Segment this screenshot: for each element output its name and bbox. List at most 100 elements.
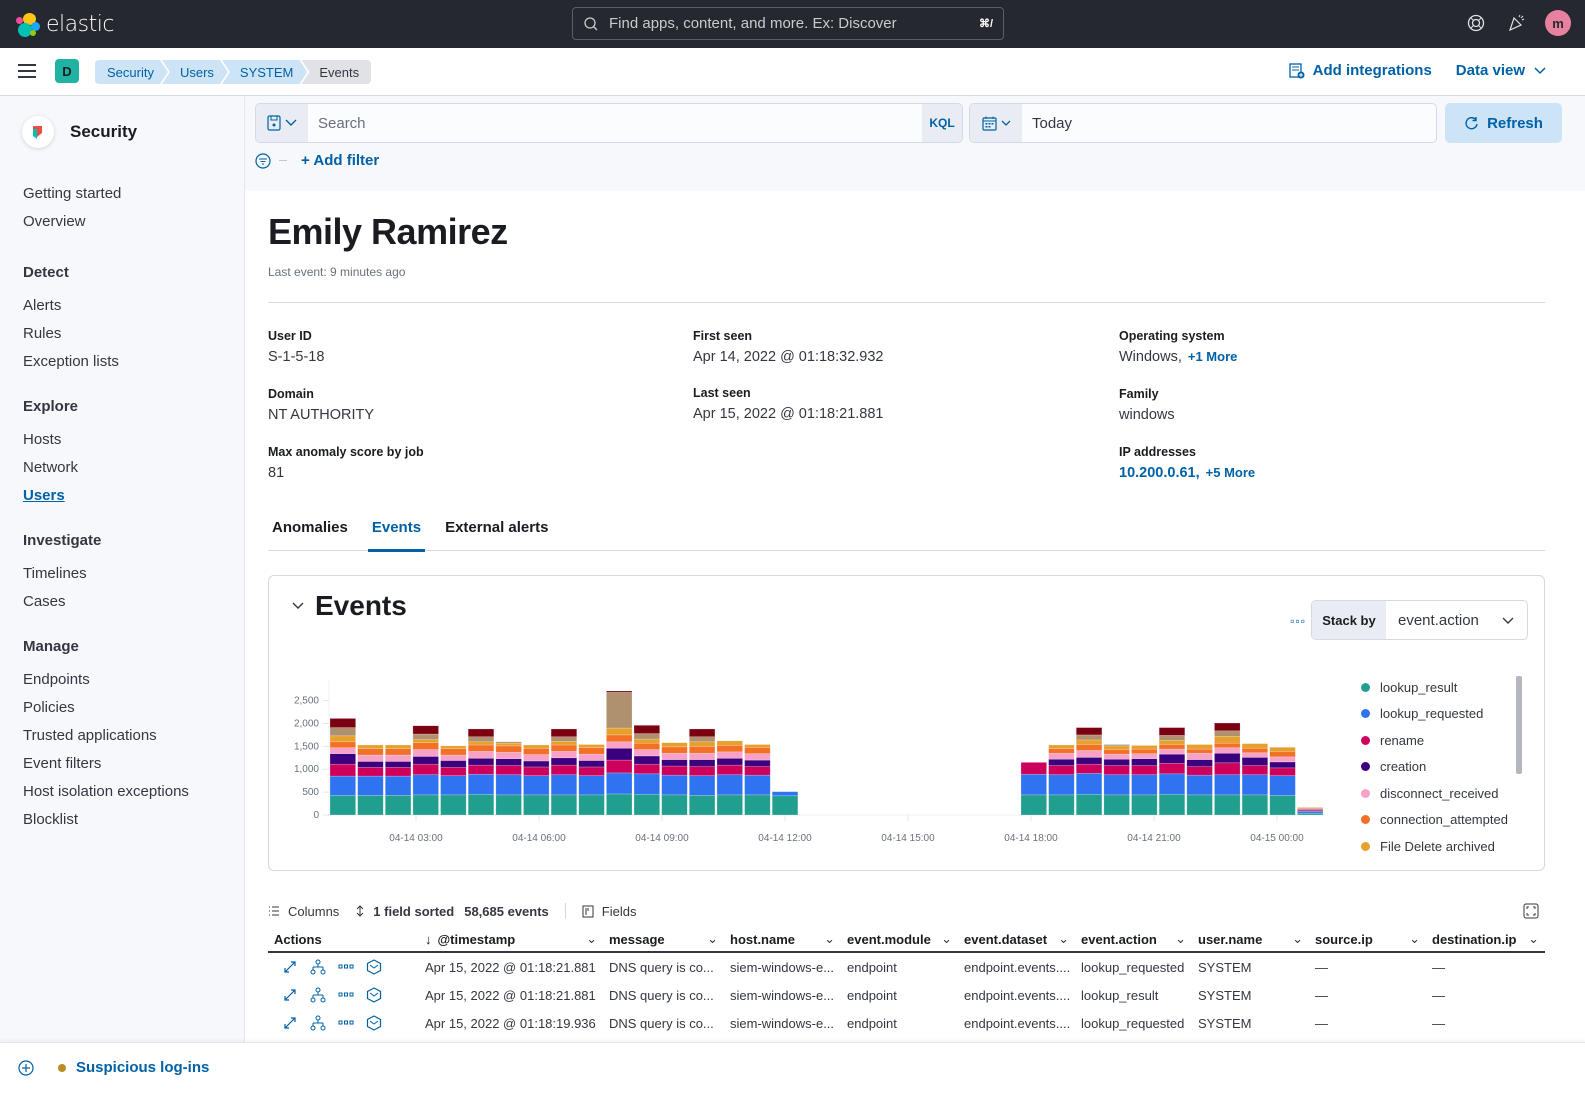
- legend-item[interactable]: lookup_requested: [1361, 701, 1541, 728]
- add-filter-button[interactable]: + Add filter: [301, 152, 379, 169]
- analyze-event-icon[interactable]: [310, 987, 326, 1003]
- more-actions-icon[interactable]: [338, 987, 354, 1003]
- bar-segment-connection_attempted: [1186, 748, 1213, 754]
- sidebar-item-alerts[interactable]: Alerts: [23, 292, 233, 320]
- analyze-event-icon[interactable]: [310, 959, 326, 975]
- sidebar-item-blocklist[interactable]: Blocklist: [23, 806, 233, 834]
- chevron-down-icon[interactable]: ⌄: [1528, 931, 1539, 947]
- sidebar-item-cases[interactable]: Cases: [23, 588, 233, 616]
- chevron-down-icon[interactable]: ⌄: [707, 931, 718, 947]
- expand-event-icon[interactable]: [282, 987, 298, 1003]
- query-language-button[interactable]: KQL: [922, 104, 962, 142]
- bar-segment-rename: [1214, 762, 1241, 776]
- os-more-link[interactable]: +1 More: [1188, 349, 1238, 364]
- legend-item[interactable]: creation: [1361, 754, 1541, 781]
- analyze-event-icon[interactable]: [310, 1015, 326, 1031]
- breadcrumb-security[interactable]: Security: [95, 60, 168, 84]
- legend-item[interactable]: disconnect_received: [1361, 780, 1541, 807]
- news-feed-icon[interactable]: [1505, 12, 1527, 34]
- date-range-display[interactable]: Today: [1022, 115, 1072, 132]
- more-actions-icon[interactable]: [338, 959, 354, 975]
- column-header-user-name[interactable]: user.name ⌄: [1192, 926, 1309, 952]
- column-header-timestamp[interactable]: ↓ @timestamp ⌄: [419, 926, 603, 952]
- refresh-button[interactable]: Refresh: [1445, 103, 1562, 143]
- session-view-icon[interactable]: [366, 1015, 382, 1031]
- chevron-down-icon[interactable]: ⌄: [824, 931, 835, 947]
- bar-segment-creation: [440, 760, 467, 768]
- help-icon[interactable]: [1465, 12, 1487, 34]
- sort-button[interactable]: 1 field sorted: [355, 904, 454, 919]
- column-header-message[interactable]: message ⌄: [603, 926, 724, 952]
- add-timeline-icon[interactable]: [18, 1059, 34, 1076]
- filter-options-icon[interactable]: [255, 152, 271, 169]
- sidebar-item-network[interactable]: Network: [23, 454, 233, 482]
- bar-segment-deletion: [633, 725, 660, 734]
- quick-date-menu-button[interactable]: [970, 104, 1022, 142]
- sidebar-item-trusted-applications[interactable]: Trusted applications: [23, 722, 233, 750]
- column-header-source-ip[interactable]: source.ip ⌄: [1309, 926, 1426, 952]
- bar-segment-connection_attempted: [495, 745, 522, 753]
- legend-item[interactable]: connection_attempted: [1361, 807, 1541, 834]
- add-integrations-button[interactable]: Add integrations: [1288, 62, 1432, 79]
- column-header-event-dataset[interactable]: event.dataset ⌄: [958, 926, 1075, 952]
- sidebar-item-rules[interactable]: Rules: [23, 320, 233, 348]
- search-input[interactable]: Search: [308, 115, 922, 132]
- chevron-down-icon[interactable]: ⌄: [941, 931, 952, 947]
- fullscreen-icon[interactable]: [1523, 903, 1539, 919]
- ip-address-link[interactable]: 10.200.0.61,: [1119, 465, 1200, 481]
- menu-toggle-icon[interactable]: [18, 64, 36, 78]
- user-avatar[interactable]: m: [1545, 10, 1571, 36]
- bar-segment-deletion: [1214, 722, 1241, 732]
- more-actions-icon[interactable]: [338, 1015, 354, 1031]
- legend-scrollbar[interactable]: [1516, 676, 1522, 774]
- bar-segment-lookup_requested: [578, 775, 605, 796]
- saved-query-button[interactable]: [256, 104, 308, 142]
- timeline-button[interactable]: Suspicious log-ins: [58, 1059, 209, 1076]
- chevron-down-icon[interactable]: ⌄: [1058, 931, 1069, 947]
- expand-event-icon[interactable]: [282, 1015, 298, 1031]
- tab-anomalies[interactable]: Anomalies: [268, 519, 352, 551]
- session-view-icon[interactable]: [366, 959, 382, 975]
- panel-options-icon[interactable]: ▫▫▫: [1290, 614, 1306, 628]
- legend-item[interactable]: File Delete archived: [1361, 833, 1541, 854]
- sidebar-item-hosts[interactable]: Hosts: [23, 426, 233, 454]
- sidebar-item-host-isolation-exceptions[interactable]: Host isolation exceptions: [23, 778, 233, 806]
- sidebar-item-overview[interactable]: Overview: [23, 208, 233, 236]
- sidebar-item-event-filters[interactable]: Event filters: [23, 750, 233, 778]
- columns-button[interactable]: Columns: [268, 904, 339, 919]
- chevron-down-icon[interactable]: ⌄: [586, 931, 597, 947]
- sidebar-item-getting-started[interactable]: Getting started: [23, 180, 233, 208]
- chevron-down-icon[interactable]: ⌄: [1409, 931, 1420, 947]
- space-selector[interactable]: D: [55, 59, 79, 83]
- collapse-chevron-icon[interactable]: [291, 601, 305, 611]
- chevron-down-icon[interactable]: ⌄: [1175, 931, 1186, 947]
- column-header-host-name[interactable]: host.name ⌄: [724, 926, 841, 952]
- breadcrumb-users[interactable]: Users: [162, 60, 228, 84]
- breadcrumb-system[interactable]: SYSTEM: [222, 60, 307, 84]
- chevron-down-icon[interactable]: ⌄: [1292, 931, 1303, 947]
- column-header-event-module[interactable]: event.module ⌄: [841, 926, 958, 952]
- sidebar-item-timelines[interactable]: Timelines: [23, 560, 233, 588]
- tab-external-alerts[interactable]: External alerts: [441, 519, 552, 551]
- table-cell: endpoint.events....: [964, 987, 1071, 1003]
- session-view-icon[interactable]: [366, 987, 382, 1003]
- stack-by-select[interactable]: Stack by event.action: [1311, 600, 1528, 640]
- fields-button[interactable]: Fields: [582, 904, 636, 919]
- global-search-input[interactable]: Find apps, content, and more. Ex: Discov…: [572, 7, 1004, 40]
- sidebar-item-exception-lists[interactable]: Exception lists: [23, 348, 233, 376]
- elastic-logo[interactable]: elastic: [16, 12, 114, 37]
- tab-events[interactable]: Events: [367, 519, 426, 552]
- sidebar-item-users[interactable]: Users: [23, 482, 233, 510]
- legend-item[interactable]: rename: [1361, 727, 1541, 754]
- sidebar-item-policies[interactable]: Policies: [23, 694, 233, 722]
- bar-segment-lookup_requested: [1214, 774, 1241, 796]
- legend-item[interactable]: lookup_result: [1361, 674, 1541, 701]
- data-view-selector[interactable]: Data view: [1456, 62, 1547, 79]
- bar-segment-lookup_requested: [606, 772, 633, 795]
- bar-segment-rename: [384, 767, 412, 777]
- ip-more-link[interactable]: +5 More: [1206, 465, 1256, 480]
- column-header-destination-ip[interactable]: destination.ip ⌄: [1426, 926, 1545, 952]
- sidebar-item-endpoints[interactable]: Endpoints: [23, 666, 233, 694]
- expand-event-icon[interactable]: [282, 959, 298, 975]
- column-header-event-action[interactable]: event.action ⌄: [1075, 926, 1192, 952]
